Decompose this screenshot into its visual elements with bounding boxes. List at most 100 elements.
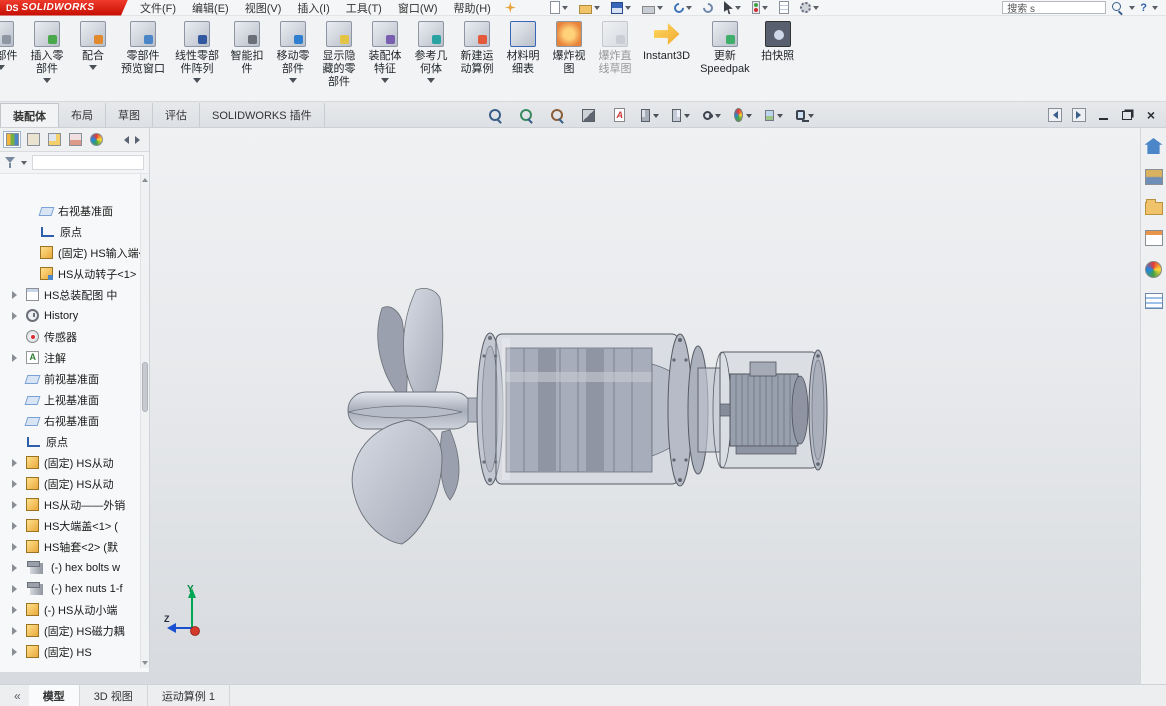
collapse-left-button[interactable]	[1048, 108, 1062, 122]
mate-button[interactable]: 配合	[70, 16, 116, 74]
reference-geometry-button[interactable]: 参考几 何体	[408, 16, 454, 87]
select-icon[interactable]	[724, 0, 741, 15]
search-icon[interactable]	[1111, 1, 1124, 14]
pin-menu-icon[interactable]	[505, 2, 516, 13]
filter-icon[interactable]	[5, 157, 16, 169]
zoom-to-fit-icon[interactable]	[486, 106, 504, 124]
view-orientation-icon[interactable]	[641, 106, 659, 124]
take-snapshot-button[interactable]: 拍快照	[755, 16, 801, 63]
save-icon[interactable]	[611, 0, 631, 15]
scroll-up-icon[interactable]	[141, 174, 149, 184]
tree-item[interactable]: (固定) HS从动	[0, 473, 140, 494]
filter-input[interactable]	[32, 155, 144, 170]
tree-item[interactable]: (固定) HS	[0, 641, 140, 662]
tree-item[interactable]: (固定) HS输入端<1:	[0, 242, 140, 263]
document-tab[interactable]: 3D 视图	[80, 685, 148, 706]
tree-item[interactable]: 传感器	[0, 326, 140, 347]
exploded-view-button[interactable]: 爆炸视 图	[546, 16, 592, 76]
custom-properties-icon[interactable]	[1145, 293, 1163, 309]
hide-show-items-icon[interactable]	[703, 106, 721, 124]
command-tab[interactable]: 装配体	[0, 103, 59, 127]
graphics-viewport[interactable]: Y Z	[0, 128, 1140, 684]
display-style-icon[interactable]	[672, 106, 690, 124]
tree-item[interactable]: (-) hex nuts 1-f	[0, 578, 140, 599]
previous-view-icon[interactable]	[548, 106, 566, 124]
file-explorer-icon[interactable]	[1145, 202, 1163, 215]
model-3d[interactable]	[150, 128, 1140, 684]
redo-icon[interactable]	[703, 0, 713, 15]
file-properties-icon[interactable]	[779, 0, 789, 15]
tree-scrollbar[interactable]	[140, 174, 149, 668]
menu-item[interactable]: 工具(T)	[346, 0, 382, 16]
bill-of-materials-button[interactable]: 材料明 细表	[500, 16, 546, 76]
view-palette-icon[interactable]	[1145, 230, 1163, 246]
tree-item[interactable]: 原点	[0, 431, 140, 452]
tree-item[interactable]: HS总装配图 中	[0, 284, 140, 305]
restore-button[interactable]	[1120, 108, 1134, 122]
panel-scroll-right-icon[interactable]	[135, 136, 144, 144]
propertymanager-tab[interactable]	[24, 131, 42, 148]
new-document-icon[interactable]	[550, 0, 568, 15]
document-tab[interactable]: 运动算例 1	[148, 685, 230, 706]
menu-item[interactable]: 视图(V)	[245, 0, 282, 16]
tree-item[interactable]: 注解	[0, 347, 140, 368]
tree-item[interactable]: HS大端盖<1> (	[0, 515, 140, 536]
filter-chevron-icon[interactable]	[21, 161, 27, 168]
displaymanager-tab[interactable]	[87, 131, 105, 148]
tree-item[interactable]: 右视基准面	[0, 410, 140, 431]
tree-item[interactable]: 上视基准面	[0, 389, 140, 410]
tree-item[interactable]: (-) HS从动小端	[0, 599, 140, 620]
tree-item[interactable]: 右视基准面	[0, 200, 140, 221]
assembly-features-button[interactable]: 装配体 特征	[362, 16, 408, 87]
tree-item[interactable]: HS从动转子<1> (默	[0, 263, 140, 284]
open-icon[interactable]	[579, 0, 600, 15]
command-tab[interactable]: 草图	[106, 103, 153, 127]
scroll-down-icon[interactable]	[141, 658, 149, 668]
section-view-icon[interactable]	[579, 106, 597, 124]
close-button[interactable]: ×	[1144, 108, 1158, 122]
print-icon[interactable]	[642, 0, 663, 15]
collapse-right-button[interactable]	[1072, 108, 1086, 122]
edit-appearance-icon[interactable]	[734, 106, 752, 124]
design-library-icon[interactable]	[1145, 169, 1163, 185]
menu-item[interactable]: 编辑(E)	[192, 0, 229, 16]
insert-components-button[interactable]: 插入零 部件	[24, 16, 70, 87]
tree-item[interactable]: (固定) HS从动	[0, 452, 140, 473]
tree-item[interactable]: HS从动——外销	[0, 494, 140, 515]
linear-component-pattern-button[interactable]: 线性零部 件阵列	[170, 16, 224, 87]
update-speedpak-button[interactable]: 更新 Speedpak	[695, 16, 755, 76]
explode-line-sketch-button[interactable]: 爆炸直 线草图	[592, 16, 638, 76]
dynamic-annotation-view-icon[interactable]	[610, 106, 628, 124]
new-motion-study-button[interactable]: 新建运 动算例	[454, 16, 500, 76]
undo-icon[interactable]	[674, 0, 692, 15]
command-tab[interactable]: SOLIDWORKS 插件	[200, 103, 325, 127]
options-icon[interactable]	[800, 0, 819, 15]
minimize-button[interactable]	[1096, 108, 1110, 122]
tree-item[interactable]: 原点	[0, 221, 140, 242]
menu-item[interactable]: 帮助(H)	[454, 0, 491, 16]
resources-home-icon[interactable]	[1145, 138, 1163, 154]
instant3d-button[interactable]: Instant3D	[638, 16, 695, 63]
edit-component-button[interactable]: 零部件	[0, 16, 24, 74]
command-tab[interactable]: 布局	[59, 103, 106, 127]
apply-scene-icon[interactable]	[765, 106, 783, 124]
show-hidden-components-button[interactable]: 显示隐 藏的零 部件	[316, 16, 362, 89]
appearances-scenes-icon[interactable]	[1145, 261, 1162, 278]
menu-item[interactable]: 窗口(W)	[398, 0, 438, 16]
scrollbar-thumb[interactable]	[142, 362, 148, 412]
tree-item[interactable]: (-) hex bolts w	[0, 557, 140, 578]
search-chevron-icon[interactable]	[1129, 6, 1135, 13]
help-chevron-icon[interactable]	[1152, 6, 1158, 13]
command-tab[interactable]: 评估	[153, 103, 200, 127]
tree-item[interactable]: (固定) HS磁力耦	[0, 620, 140, 641]
collapse-tabs-icon[interactable]: «	[0, 685, 29, 706]
document-tab[interactable]: 模型	[29, 685, 80, 706]
search-input[interactable]	[1002, 1, 1106, 14]
menu-item[interactable]: 文件(F)	[140, 0, 176, 16]
tree-item[interactable]: History	[0, 305, 140, 326]
zoom-to-area-icon[interactable]	[517, 106, 535, 124]
tree-item[interactable]: HS轴套<2> (默	[0, 536, 140, 557]
featuremanager-tab[interactable]	[3, 131, 21, 148]
view-settings-icon[interactable]	[796, 106, 814, 124]
configurationmanager-tab[interactable]	[45, 131, 63, 148]
